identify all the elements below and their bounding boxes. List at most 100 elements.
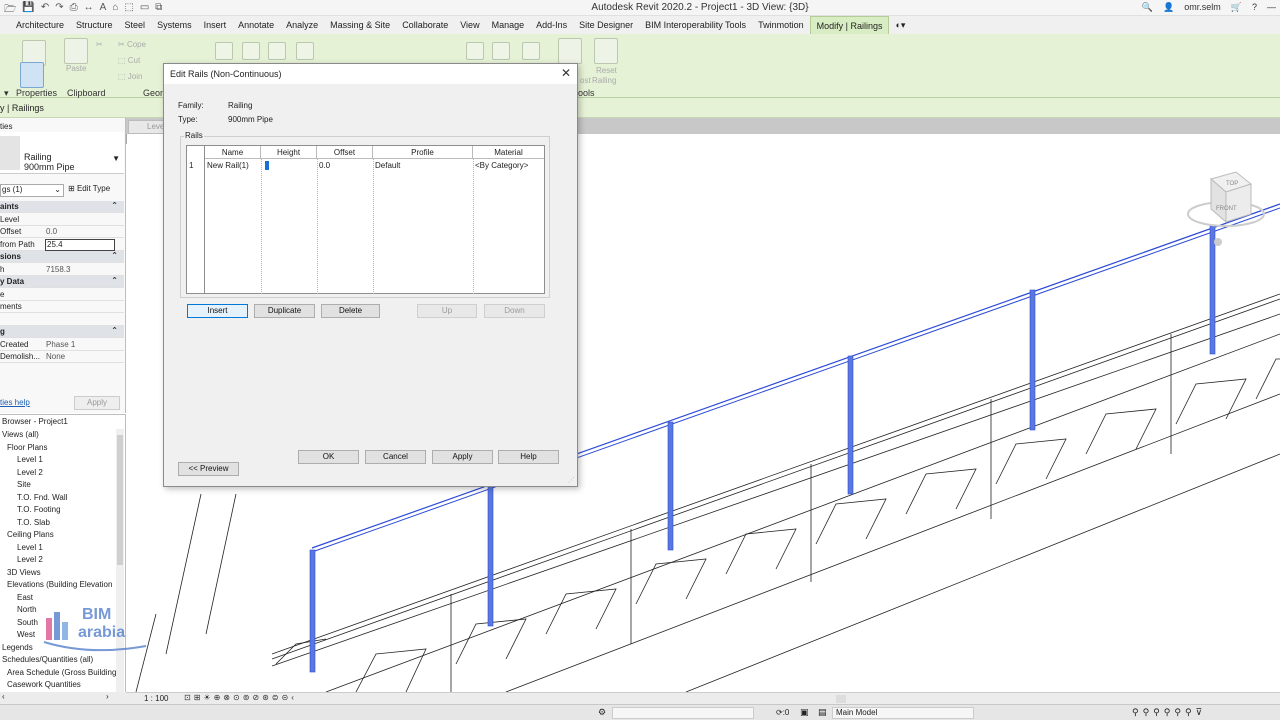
tab-overflow-icon[interactable]: ◐▾ [889,16,911,34]
property-row[interactable]: Demolish... None [0,351,124,363]
apply-button[interactable]: Apply [432,450,493,464]
collapse-icon[interactable]: ⌃ [111,326,118,335]
help-button[interactable]: Help [498,450,559,464]
column-header-name[interactable]: Name [205,146,261,159]
rail-material-cell[interactable]: <By Category> [473,159,544,172]
browser-item[interactable]: East [17,593,33,602]
tab-add-ins[interactable]: Add-Ins [530,16,573,34]
tab-insert[interactable]: Insert [198,16,233,34]
tab-site-designer[interactable]: Site Designer [573,16,639,34]
tab-collaborate[interactable]: Collaborate [396,16,454,34]
viewcube-icon[interactable]: TOP FRONT [1187,171,1265,246]
property-category[interactable]: g ⌃ [0,326,124,338]
tab-analyze[interactable]: Analyze [280,16,324,34]
instance-filter[interactable]: gs (1) ⌄ [0,184,64,197]
property-row[interactable] [0,314,124,326]
view-controls-icons[interactable]: ⊡⊞☀⊕⊗⊙⊚⊘⊛⊜⊝‹ [184,693,297,702]
cart-icon[interactable]: 🛒 [1231,2,1242,13]
property-value[interactable]: None [46,352,65,361]
mirror-icon[interactable] [268,42,286,60]
browser-item[interactable]: Level 1 [17,455,43,464]
tab-steel[interactable]: Steel [119,16,152,34]
tab-modify-railings[interactable]: Modify | Railings [809,16,890,34]
reset-railing-icon[interactable] [594,38,618,64]
collapse-icon[interactable]: ⌃ [111,201,118,210]
type-selector[interactable]: Railing 900mm Pipe ▼ [0,132,124,174]
down-button[interactable]: Down [484,304,545,318]
hscroll-thumb[interactable] [836,695,846,703]
scroll-right-icon[interactable]: › [106,692,109,701]
browser-item[interactable]: South [17,618,38,627]
property-row[interactable]: h 7158.3 [0,264,124,276]
minimize-icon[interactable]: — [1267,2,1276,13]
property-value[interactable]: 25.4 [45,238,115,251]
property-row[interactable]: Offset 0.0 [0,226,124,238]
properties-icon[interactable] [20,62,44,88]
browser-item[interactable]: T.O. Footing [17,505,61,514]
paste-icon[interactable] [64,38,88,64]
browser-item[interactable]: North [17,605,37,614]
tab-systems[interactable]: Systems [151,16,198,34]
property-category[interactable]: y Data ⌃ [0,276,124,288]
search-icon[interactable]: 🔍 [1142,2,1153,13]
browser-item[interactable]: West [17,630,35,639]
cut-icon[interactable]: ✂ [96,40,103,49]
view-scale[interactable]: 1 : 100 [144,694,168,703]
collapse-icon[interactable]: ⌃ [111,251,118,260]
rail-height-cell[interactable] [261,159,317,172]
insert-button[interactable]: Insert [187,304,248,318]
browser-scroll-thumb[interactable] [117,435,123,565]
browser-item[interactable]: T.O. Slab [17,518,50,527]
measure-tool-icon[interactable] [492,42,510,60]
design-options-icon[interactable]: ▣ [800,707,809,718]
property-row[interactable]: Level [0,214,124,226]
browser-item[interactable]: 3D Views [7,568,41,577]
browser-item[interactable]: Legends [2,643,33,652]
align-icon[interactable] [215,42,233,60]
preview-button[interactable]: << Preview [178,462,239,476]
column-header-height[interactable]: Height [261,146,317,159]
tab-twinmotion[interactable]: Twinmotion [752,16,810,34]
cancel-button[interactable]: Cancel [365,450,426,464]
selection-filters-icons[interactable]: ⚲⚲⚲⚲⚲⚲⊽ [1132,707,1206,718]
browser-item[interactable]: Views (all) [2,430,39,439]
chevron-down-icon[interactable]: ▼ [112,154,120,163]
browser-item[interactable]: Area Schedule (Gross Building [7,668,116,677]
cut-geometry-label[interactable]: ⬚ Cut [118,56,140,65]
browser-item[interactable]: Floor Plans [7,443,47,452]
tab-structure[interactable]: Structure [70,16,119,34]
properties-help-link[interactable]: ties help [0,398,30,407]
column-header-material[interactable]: Material [473,146,544,159]
tab-view[interactable]: View [454,16,485,34]
browser-item[interactable]: Level 2 [17,555,43,564]
join-label[interactable]: ⬚ Join [118,72,142,81]
browser-item[interactable]: Casework Quantities [7,680,81,689]
property-value[interactable]: 0.0 [46,227,57,236]
tab-manage[interactable]: Manage [486,16,531,34]
mirror-draw-icon[interactable] [296,42,314,60]
browser-item[interactable]: T.O. Fnd. Wall [17,493,67,502]
rail-offset-cell[interactable]: 0.0 [317,159,373,172]
user-name[interactable]: omr.selm [1184,2,1221,13]
property-value[interactable]: Phase 1 [46,340,75,349]
offset-icon[interactable] [242,42,260,60]
rail-name-cell[interactable]: New Rail(1) [205,159,261,172]
tab-bim-interoperability[interactable]: BIM Interoperability Tools [639,16,752,34]
model-icon[interactable]: ▤ [818,707,827,718]
cope-label[interactable]: ✂ Cope [118,40,146,49]
property-row[interactable]: ments [0,301,124,313]
workset-field[interactable] [612,707,754,719]
browser-item[interactable]: Elevations (Building Elevation [7,580,112,589]
worksets-icon[interactable]: ⚙ [598,707,606,718]
column-header-offset[interactable]: Offset [317,146,373,159]
browser-item[interactable]: Level 1 [17,543,43,552]
user-icon[interactable]: 👤 [1163,2,1174,13]
property-category[interactable]: aints ⌃ [0,201,124,213]
browser-item[interactable]: Ceiling Plans [7,530,54,539]
tab-massing-site[interactable]: Massing & Site [324,16,396,34]
property-value[interactable]: 7158.3 [46,265,70,274]
properties-apply-button[interactable]: Apply [74,396,120,410]
scroll-left-icon[interactable]: ‹ [2,692,5,701]
collapse-icon[interactable]: ⌃ [111,276,118,285]
close-icon[interactable]: ✕ [561,66,571,80]
